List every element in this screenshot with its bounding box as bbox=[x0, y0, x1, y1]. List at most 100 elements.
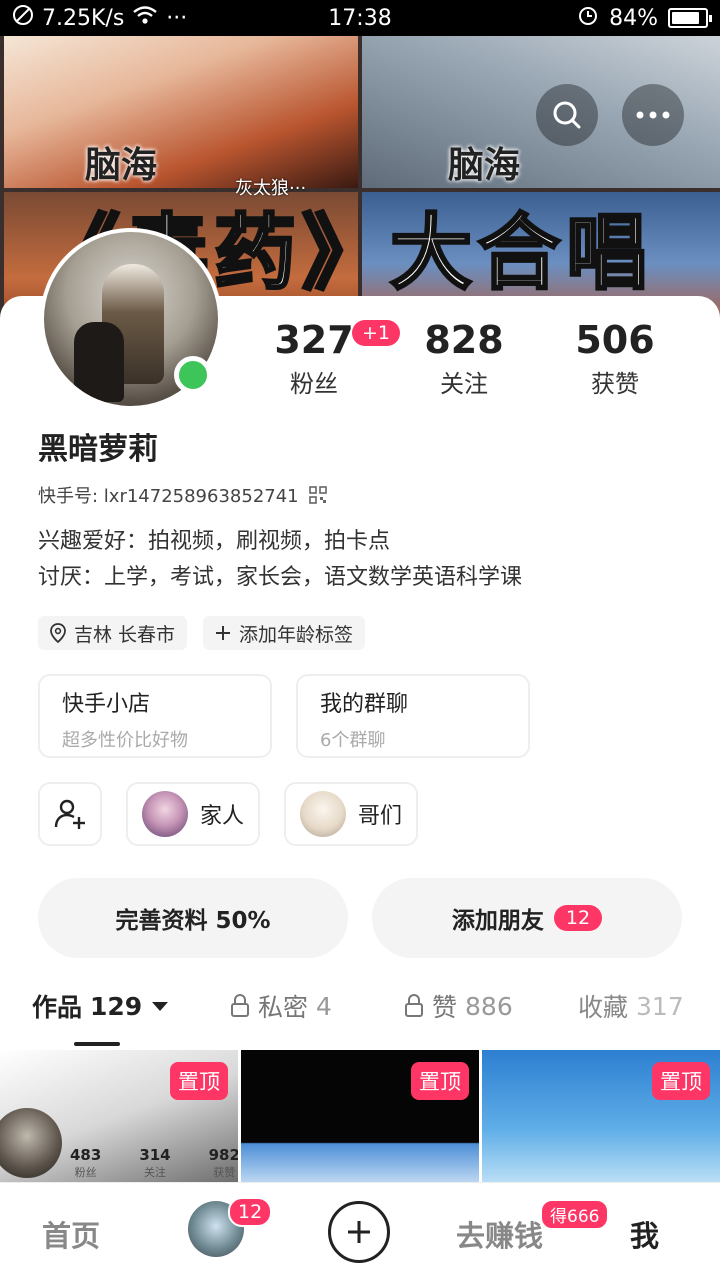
bros-label: 哥们 bbox=[358, 804, 403, 829]
tab-private[interactable]: 私密 4 bbox=[230, 988, 332, 1024]
more-icon bbox=[636, 111, 670, 119]
profile-tags: 吉林 长春市 添加年龄标签 bbox=[38, 616, 366, 650]
add-age-tag[interactable]: 添加年龄标签 bbox=[203, 616, 366, 650]
nav-home[interactable]: 首页 bbox=[42, 1213, 100, 1255]
location-text: 吉林 长春市 bbox=[74, 623, 176, 646]
add-friend-button[interactable]: 添加朋友 12 bbox=[372, 878, 682, 958]
thumb-stat: 314 关注 bbox=[139, 1146, 170, 1180]
video-thumbnail[interactable]: 置顶 bbox=[241, 1050, 479, 1182]
search-button[interactable] bbox=[536, 84, 598, 146]
user-id: 快手号: lxr147258963852741 bbox=[38, 486, 299, 507]
video-grid: 483 粉丝 314 关注 982 获赞 置顶 置顶 置顶 bbox=[0, 1050, 720, 1182]
tab-count: 886 bbox=[465, 991, 513, 1021]
shop-tile[interactable]: 快手小店 超多性价比好物 bbox=[38, 674, 272, 758]
thumb-stats: 483 粉丝 314 关注 982 获赞 bbox=[70, 1146, 238, 1180]
status-bar: 7.25K/s ··· 17:38 84% bbox=[0, 0, 720, 36]
lock-icon bbox=[231, 994, 249, 1017]
profile-actions: 完善资料 50% 添加朋友 12 bbox=[38, 878, 682, 958]
battery-icon bbox=[668, 8, 712, 28]
thumb-stat-label: 获赞 bbox=[213, 1166, 236, 1179]
stat-fans[interactable]: 327 粉丝 +1 bbox=[244, 320, 401, 399]
search-icon bbox=[553, 101, 581, 129]
add-person-icon bbox=[54, 799, 85, 829]
tab-count: 317 bbox=[636, 991, 684, 1021]
pinned-badge: 置顶 bbox=[170, 1062, 228, 1100]
thumb-stat-label: 粉丝 bbox=[74, 1166, 97, 1179]
thumb-avatar bbox=[0, 1108, 62, 1178]
likes-label: 获赞 bbox=[591, 370, 639, 398]
add-relation-button[interactable] bbox=[38, 782, 102, 846]
avatar-figure bbox=[74, 322, 124, 402]
add-age-text: 添加年龄标签 bbox=[239, 623, 354, 646]
tile-subtitle: 6个群聊 bbox=[320, 730, 386, 751]
thumb-stat: 982 获赞 bbox=[209, 1146, 238, 1180]
bros-chip[interactable]: 哥们 bbox=[284, 782, 419, 846]
plus-icon bbox=[216, 626, 231, 640]
following-badge: 12 bbox=[228, 1197, 273, 1227]
add-friend-badge: 12 bbox=[553, 905, 603, 931]
group-chat-tile[interactable]: 我的群聊 6个群聊 bbox=[296, 674, 530, 758]
tab-label: 作品 bbox=[32, 993, 83, 1022]
caret-down-icon bbox=[152, 1001, 169, 1011]
likes-count: 506 bbox=[575, 318, 655, 362]
lock-icon bbox=[405, 994, 423, 1017]
pinned-badge: 置顶 bbox=[411, 1062, 469, 1100]
plus-icon bbox=[348, 1221, 370, 1243]
thumb-stat: 483 粉丝 bbox=[70, 1146, 101, 1180]
thumb-stat-value: 314 bbox=[139, 1146, 171, 1164]
qrcode-icon[interactable] bbox=[308, 486, 327, 504]
banner-watermark: 脑海 bbox=[85, 144, 158, 186]
online-indicator bbox=[174, 356, 212, 394]
nav-me[interactable]: 我 bbox=[630, 1213, 659, 1255]
bio-line: 兴趣爱好：拍视频，刷视频，拍卡点 bbox=[38, 529, 391, 554]
complete-profile-button[interactable]: 完善资料 50% bbox=[38, 878, 348, 958]
thumb-stat-label: 关注 bbox=[143, 1166, 166, 1179]
following-label: 关注 bbox=[440, 370, 488, 398]
following-count: 828 bbox=[424, 318, 504, 362]
family-label: 家人 bbox=[200, 804, 245, 829]
earn-badge: 得666 bbox=[540, 1199, 610, 1230]
profile-bio: 兴趣爱好：拍视频，刷视频，拍卡点 讨厌：上学，考试，家长会，语文数学英语科学课 bbox=[38, 524, 522, 596]
tab-label: 赞 bbox=[432, 993, 458, 1022]
bio-line: 讨厌：上学，考试，家长会，语文数学英语科学课 bbox=[38, 565, 523, 590]
create-button[interactable] bbox=[328, 1201, 390, 1263]
thumb-stat-value: 982 bbox=[208, 1146, 238, 1164]
content-tabs: 作品 129 私密 4 赞 886 收藏 317 bbox=[0, 988, 720, 1048]
feature-tiles: 快手小店 超多性价比好物 我的群聊 6个群聊 bbox=[38, 674, 530, 758]
clock: 17:38 bbox=[328, 6, 392, 31]
location-tag[interactable]: 吉林 长春市 bbox=[38, 616, 188, 650]
family-avatar bbox=[142, 791, 188, 837]
tile-title: 快手小店 bbox=[62, 692, 151, 717]
nav-earn[interactable]: 去赚钱 bbox=[456, 1213, 543, 1255]
tab-works[interactable]: 作品 129 bbox=[32, 988, 169, 1024]
fans-label: 粉丝 bbox=[290, 370, 338, 398]
tab-count: 4 bbox=[316, 991, 332, 1021]
tab-label: 收藏 bbox=[578, 993, 629, 1022]
tab-favorites[interactable]: 收藏 317 bbox=[578, 988, 684, 1024]
stat-likes[interactable]: 506 获赞 bbox=[545, 320, 685, 399]
video-thumbnail[interactable]: 483 粉丝 314 关注 982 获赞 置顶 bbox=[0, 1050, 238, 1182]
user-id-row[interactable]: 快手号: lxr147258963852741 bbox=[38, 482, 327, 508]
location-pin-icon bbox=[50, 623, 66, 643]
bros-avatar bbox=[300, 791, 347, 837]
profile-stats: 327 粉丝 +1 828 关注 506 获赞 bbox=[240, 320, 700, 400]
pinned-badge: 置顶 bbox=[652, 1062, 710, 1100]
tab-indicator bbox=[74, 1042, 120, 1046]
video-thumbnail[interactable]: 置顶 bbox=[482, 1050, 720, 1182]
tile-title: 我的群聊 bbox=[320, 692, 409, 717]
add-friend-label: 添加朋友 bbox=[451, 908, 544, 934]
family-chip[interactable]: 家人 bbox=[126, 782, 261, 846]
tab-count: 129 bbox=[90, 991, 143, 1021]
banner-watermark: 脑海 bbox=[448, 144, 521, 186]
fans-new-badge: +1 bbox=[352, 320, 401, 346]
complete-profile-label: 完善资料 50% bbox=[115, 908, 271, 934]
thumb-stat-value: 483 bbox=[70, 1146, 102, 1164]
tab-liked[interactable]: 赞 886 bbox=[404, 988, 513, 1024]
profile-name: 黑暗萝莉 bbox=[38, 432, 158, 467]
relation-chips: 家人 哥们 bbox=[38, 782, 419, 846]
banner-panel bbox=[4, 36, 358, 188]
tile-subtitle: 超多性价比好物 bbox=[62, 730, 188, 751]
stat-following[interactable]: 828 关注 bbox=[394, 320, 534, 399]
bottom-nav: 首页 12 去赚钱 得666 我 bbox=[0, 1182, 720, 1280]
more-button[interactable] bbox=[622, 84, 684, 146]
